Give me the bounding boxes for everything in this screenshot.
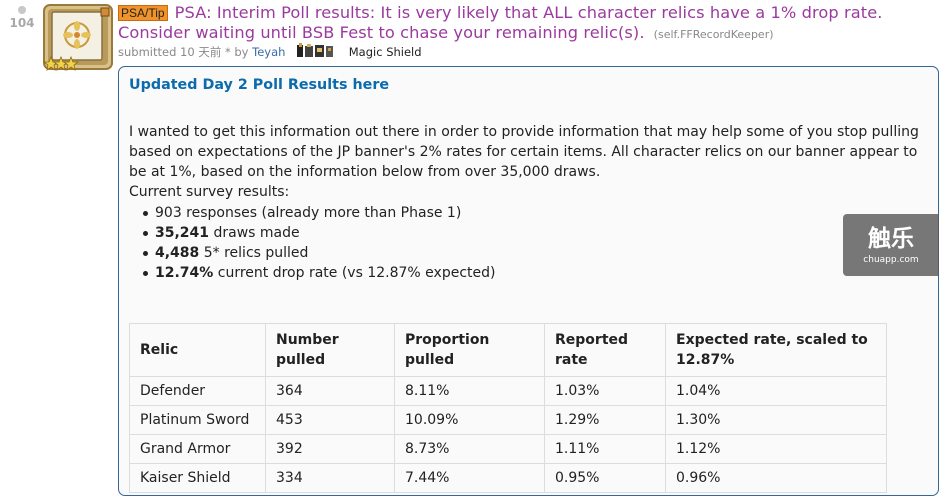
table-row: Kaiser Shield 334 7.44% 0.95% 0.96%	[129, 463, 887, 493]
table-cell: 8.11%	[394, 376, 545, 406]
table-cell: 453	[265, 405, 395, 435]
table-cell: 1.03%	[544, 376, 666, 406]
table-cell: 7.44%	[394, 463, 545, 493]
relic-rates-table: Relic Number pulled Proportion pulled Re…	[129, 323, 887, 493]
list-item: 12.74% current drop rate (vs 12.87% expe…	[143, 263, 934, 283]
selftext-expando: Updated Day 2 Poll Results here I wanted…	[118, 66, 939, 496]
table-row: Grand Armor 392 8.73% 1.11% 1.12%	[129, 434, 887, 464]
upvote-arrow-icon[interactable]	[18, 6, 26, 14]
table-cell: 1.29%	[544, 405, 666, 435]
column-header: Proportion pulled	[394, 323, 545, 377]
list-item: 903 responses (already more than Phase 1…	[143, 203, 934, 223]
watermark-url: chuapp.com	[863, 255, 919, 265]
table-cell: Grand Armor	[129, 434, 266, 464]
table-cell: 0.95%	[544, 463, 666, 493]
table-cell: Defender	[129, 376, 266, 406]
list-item: 4,488 5* relics pulled	[143, 243, 934, 263]
link-flair-badge[interactable]: PSA/Tip	[118, 5, 168, 21]
table-cell: 334	[265, 463, 395, 493]
table-cell: 8.73%	[394, 434, 545, 464]
column-header: Relic	[129, 323, 266, 377]
table-cell: 1.04%	[665, 376, 887, 406]
list-item: 35,241 draws made	[143, 223, 934, 243]
table-cell: Kaiser Shield	[129, 463, 266, 493]
author-link[interactable]: Teyah	[252, 45, 285, 59]
post-thumbnail[interactable]	[42, 4, 113, 72]
post-domain[interactable]: (self.FFRecordKeeper)	[654, 28, 774, 41]
relic-book-icon	[42, 4, 113, 71]
column-header: Reported rate	[544, 323, 666, 377]
post-score: 104	[9, 16, 35, 30]
results-list: 903 responses (already more than Phase 1…	[129, 203, 934, 283]
user-flair-text: Magic Shield	[348, 45, 422, 59]
column-header: Expected rate, scaled to 12.87%	[665, 323, 887, 377]
survey-label: Current survey results:	[129, 184, 290, 200]
user-flair-sprite-icon	[295, 42, 340, 63]
table-cell: 1.12%	[665, 434, 887, 464]
table-header-row: Relic Number pulled Proportion pulled Re…	[129, 323, 887, 377]
table-cell: Platinum Sword	[129, 405, 266, 435]
submitted-text: submitted 10 天前 * by	[118, 45, 249, 59]
column-header: Number pulled	[265, 323, 395, 377]
table-cell: 364	[265, 376, 395, 406]
updated-results-link[interactable]: Updated Day 2 Poll Results here	[129, 77, 389, 93]
post-tagline: submitted 10 天前 * by Teyah Magic Shield	[118, 42, 422, 63]
table-cell: 392	[265, 434, 395, 464]
intro-paragraph: I wanted to get this information out the…	[129, 124, 919, 180]
vote-column: 104	[4, 6, 40, 30]
table-cell: 10.09%	[394, 405, 545, 435]
watermark-logo-text: 触乐	[868, 226, 914, 252]
table-cell: 1.11%	[544, 434, 666, 464]
table-cell: 0.96%	[665, 463, 887, 493]
post-title-line: PSA/Tip PSA: Interim Poll results: It is…	[118, 3, 933, 45]
site-watermark: 触乐 chuapp.com	[843, 214, 939, 276]
table-row: Platinum Sword 453 10.09% 1.29% 1.30%	[129, 405, 887, 435]
post: 104 PSA/Tip PSA: Interim Poll results: I…	[0, 0, 939, 496]
selftext-body: Updated Day 2 Poll Results here I wanted…	[129, 75, 934, 283]
table-cell: 1.30%	[665, 405, 887, 435]
table-row: Defender 364 8.11% 1.03% 1.04%	[129, 376, 887, 406]
